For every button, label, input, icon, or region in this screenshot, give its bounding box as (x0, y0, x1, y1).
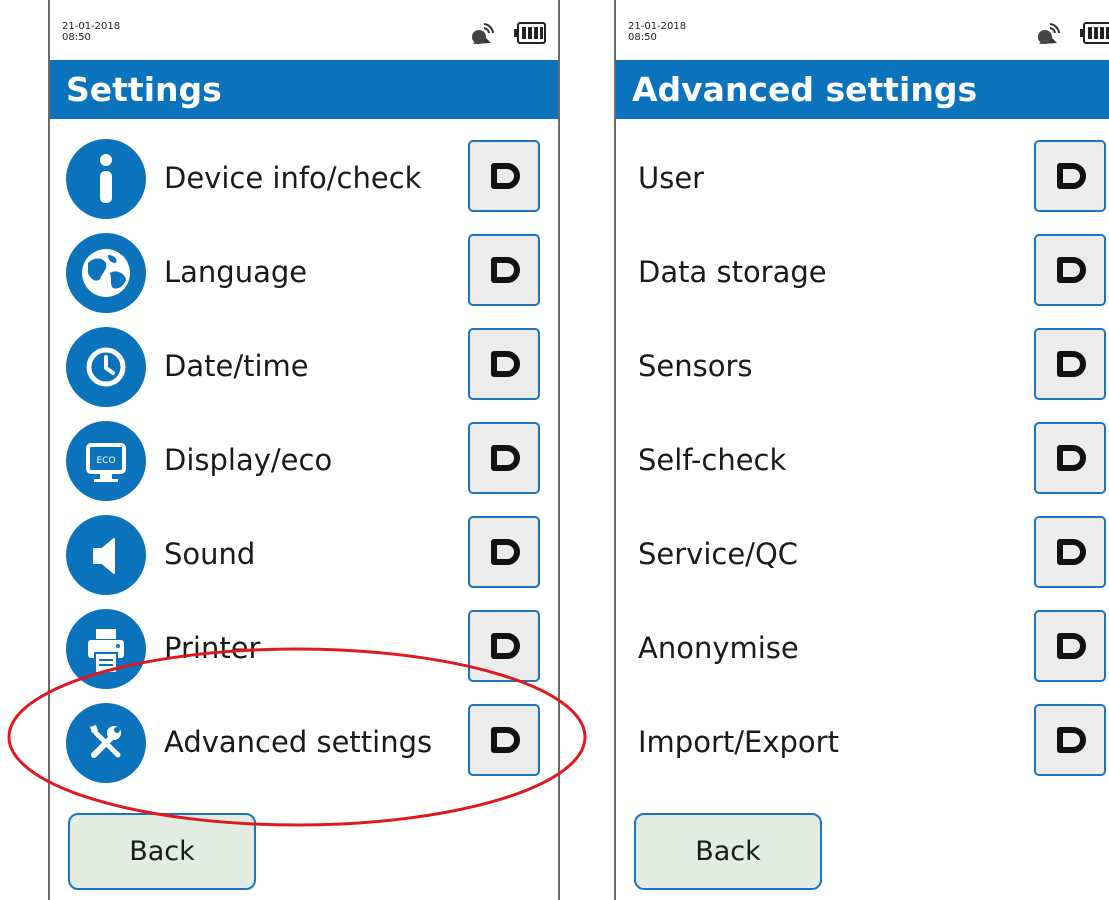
printer-icon (66, 609, 146, 689)
self-check-open-button[interactable] (1034, 422, 1106, 494)
row-label-printer: Printer (164, 631, 261, 665)
advanced-settings-open-button[interactable] (468, 704, 540, 776)
row-label-user: User (638, 161, 705, 195)
data-storage-open-button[interactable] (1034, 234, 1106, 306)
status-date: 21-01-2018 (628, 21, 687, 32)
advanced-settings-screen: 21-01-2018 08:50 Advanced settings User … (614, 0, 1109, 900)
advanced-row-import-export: Import/Export (616, 696, 1109, 782)
arrow-right-icon (1057, 257, 1086, 283)
status-time: 08:50 (62, 32, 91, 43)
arrow-right-icon (1057, 539, 1086, 565)
sound-open-button[interactable] (468, 516, 540, 588)
advanced-row-self-check: Self-check (616, 414, 1109, 500)
globe-icon (66, 233, 146, 313)
settings-row-printer: Printer (50, 602, 558, 689)
info-icon (66, 139, 146, 219)
svg-text:ECO: ECO (96, 456, 115, 466)
row-label-self-check: Self-check (638, 443, 787, 477)
page-title: Advanced settings (632, 70, 978, 109)
language-open-button[interactable] (468, 234, 540, 306)
row-label-device-info: Device info/check (164, 161, 422, 195)
arrow-right-icon (1057, 445, 1086, 471)
advanced-row-sensors: Sensors (616, 320, 1109, 406)
settings-row-sound: Sound (50, 508, 558, 595)
row-label-sound: Sound (164, 537, 256, 571)
status-datetime: 21-01-2018 08:50 (628, 21, 686, 43)
arrow-right-icon (491, 633, 520, 659)
status-date: 21-01-2018 (62, 21, 121, 32)
row-label-sensors: Sensors (638, 349, 753, 383)
settings-row-advanced: Advanced settings (50, 696, 558, 783)
battery-icon (514, 22, 546, 44)
import-export-open-button[interactable] (1034, 704, 1106, 776)
arrow-right-icon (1057, 727, 1086, 753)
arrow-right-icon (491, 351, 520, 377)
speaker-icon (66, 515, 146, 595)
status-bar: 21-01-2018 08:50 (616, 0, 1109, 60)
tools-icon (66, 703, 146, 783)
header-bar: Advanced settings (616, 60, 1109, 119)
arrow-right-icon (491, 539, 520, 565)
header-bar: Settings (50, 60, 558, 119)
settings-row-language: Language (50, 226, 558, 313)
advanced-row-service-qc: Service/QC (616, 508, 1109, 594)
row-label-display-eco: Display/eco (164, 443, 333, 477)
status-datetime: 21-01-2018 08:50 (62, 21, 120, 43)
arrow-right-icon (1057, 163, 1086, 189)
back-button[interactable]: Back (68, 813, 256, 890)
arrow-right-icon (1057, 633, 1086, 659)
advanced-row-user: User (616, 132, 1109, 218)
wireless-signal-icon (472, 23, 494, 44)
clock-icon (66, 327, 146, 407)
sensors-open-button[interactable] (1034, 328, 1106, 400)
advanced-row-anonymise: Anonymise (616, 602, 1109, 688)
arrow-right-icon (491, 445, 520, 471)
row-label-data-storage: Data storage (638, 255, 827, 289)
status-bar: 21-01-2018 08:50 (50, 0, 558, 60)
user-open-button[interactable] (1034, 140, 1106, 212)
row-label-anonymise: Anonymise (638, 631, 799, 665)
row-label-import-export: Import/Export (638, 725, 839, 759)
wireless-signal-icon (1038, 23, 1060, 44)
advanced-row-data-storage: Data storage (616, 226, 1109, 312)
device-info-open-button[interactable] (468, 140, 540, 212)
settings-screen: 21-01-2018 08:50 Settings Device info/ch… (48, 0, 560, 900)
row-label-service-qc: Service/QC (638, 537, 799, 571)
arrow-right-icon (491, 727, 520, 753)
settings-row-date-time: Date/time (50, 320, 558, 407)
settings-row-display-eco: ECO Display/eco (50, 414, 558, 501)
row-label-language: Language (164, 255, 308, 289)
back-button[interactable]: Back (634, 813, 822, 890)
monitor-eco-icon: ECO (66, 421, 146, 501)
arrow-right-icon (491, 163, 520, 189)
battery-icon (1080, 22, 1109, 44)
display-eco-open-button[interactable] (468, 422, 540, 494)
row-label-date-time: Date/time (164, 349, 309, 383)
status-time: 08:50 (628, 32, 657, 43)
service-qc-open-button[interactable] (1034, 516, 1106, 588)
printer-open-button[interactable] (468, 610, 540, 682)
date-time-open-button[interactable] (468, 328, 540, 400)
anonymise-open-button[interactable] (1034, 610, 1106, 682)
arrow-right-icon (491, 257, 520, 283)
arrow-right-icon (1057, 351, 1086, 377)
row-label-advanced-settings: Advanced settings (164, 725, 433, 759)
settings-row-device-info: Device info/check (50, 132, 558, 219)
page-title: Settings (66, 70, 222, 109)
